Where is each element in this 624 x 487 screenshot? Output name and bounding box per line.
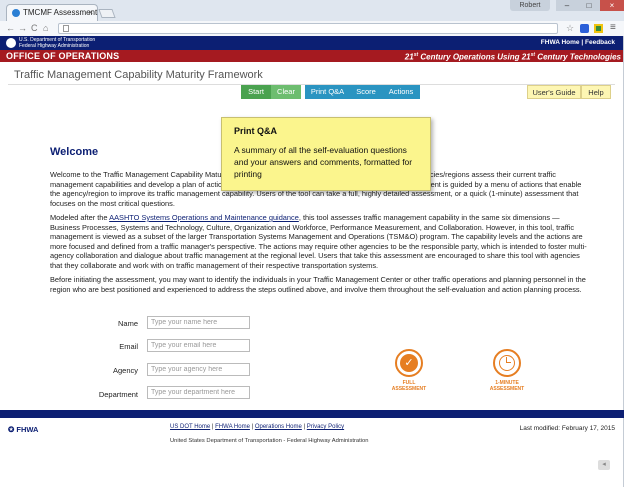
aashto-paragraph: Modeled after the AASHTO Systems Operati… — [50, 213, 588, 270]
us-dot-home-link[interactable]: US DOT Home — [170, 424, 210, 430]
welcome-heading: Welcome — [50, 146, 99, 158]
privacy-policy-link[interactable]: Privacy Policy — [307, 424, 344, 430]
aashto-link[interactable]: AASHTO Systems Operations and Maintenanc… — [109, 213, 299, 222]
dot-header: U.S. Department of Transportation Federa… — [0, 36, 623, 50]
full-line2: ASSESSMENT — [391, 386, 427, 392]
checkmark-icon: ✓ — [395, 349, 423, 377]
full-assessment-label: FULL ASSESSMENT — [389, 380, 429, 392]
operations-home-link[interactable]: Operations Home — [255, 424, 302, 430]
reload-icon[interactable]: C — [31, 23, 38, 34]
quick-assessment-button[interactable]: 1-MINUTE ASSESSMENT — [487, 349, 527, 392]
header-separator: | — [581, 39, 584, 46]
header-links: FHWA Home | Feedback — [541, 39, 615, 46]
page-icon — [63, 25, 69, 32]
department-label: Department — [98, 390, 138, 399]
users-guide-button[interactable]: User's Guide — [527, 85, 581, 99]
tooltip-title: Print Q&A — [234, 126, 278, 136]
extension-green-icon[interactable] — [594, 24, 603, 33]
office-of-operations-link[interactable]: OFFICE OF OPERATIONS — [6, 51, 119, 61]
print-qa-button[interactable]: Print Q&A — [305, 85, 350, 99]
ops-end: Century Technologies — [535, 52, 621, 62]
back-arrow-icon[interactable]: ← — [6, 23, 15, 34]
clear-button[interactable]: Clear — [271, 85, 301, 99]
tooltip-body: A summary of all the self-evaluation que… — [234, 145, 413, 179]
print-qa-tooltip: Print Q&A A summary of all the self-eval… — [221, 117, 431, 191]
app-title: Traffic Management Capability Maturity F… — [14, 69, 263, 81]
before-paragraph: Before initiating the assessment, you ma… — [50, 275, 586, 294]
extension-blue-icon[interactable] — [580, 24, 589, 33]
browser-chrome: TMCMF Assessment × Robert – □ × ← → C ⌂ … — [0, 0, 624, 36]
web-page: U.S. Department of Transportation Federa… — [0, 36, 624, 487]
operations-bar: OFFICE OF OPERATIONS 21st Century Operat… — [0, 50, 623, 62]
tab-favicon-icon — [12, 9, 20, 17]
agency-input[interactable] — [147, 363, 250, 376]
agency-label: Agency — [112, 366, 138, 375]
name-label: Name — [117, 319, 138, 328]
home-icon[interactable]: ⌂ — [43, 23, 48, 34]
last-modified: Last modified: February 17, 2015 — [519, 425, 615, 432]
window-close-button[interactable]: × — [600, 0, 624, 11]
dot-agency-text[interactable]: U.S. Department of Transportation Federa… — [19, 37, 95, 49]
dot-line2: Federal Highway Administration — [19, 43, 90, 49]
feedback-link[interactable]: Feedback — [585, 39, 615, 46]
footer-agency-line: United States Department of Transportati… — [170, 438, 369, 444]
tab-title: TMCMF Assessment — [23, 8, 98, 17]
browser-menu-icon[interactable]: ≡ — [610, 22, 616, 33]
quick-line2: ASSESSMENT — [489, 386, 525, 392]
fhwa-logo[interactable]: ✪ FHWA — [8, 425, 38, 434]
browser-tab[interactable]: TMCMF Assessment × — [6, 4, 98, 21]
bookmark-star-icon[interactable]: ☆ — [566, 23, 574, 34]
ops-21-a: 21 — [404, 52, 414, 62]
clock-icon — [493, 349, 521, 377]
new-tab-button[interactable] — [98, 9, 116, 18]
actions-button[interactable]: Actions — [382, 85, 420, 99]
tab-close-icon[interactable]: × — [88, 8, 93, 17]
fhwa-home-link[interactable]: FHWA Home — [541, 39, 580, 46]
start-button[interactable]: Start — [241, 85, 271, 99]
address-bar[interactable] — [58, 23, 558, 34]
maximize-button[interactable]: □ — [578, 0, 600, 11]
profile-badge[interactable]: Robert — [510, 0, 550, 11]
footer-bar — [0, 410, 624, 418]
forward-arrow-icon[interactable]: → — [18, 23, 27, 34]
full-assessment-button[interactable]: ✓ FULL ASSESSMENT — [389, 349, 429, 392]
ops-mid: Century Operations Using 21 — [418, 52, 531, 62]
scroll-arrow-icon[interactable]: ◂ — [598, 460, 610, 470]
browser-toolbar: ← → C ⌂ ☆ ≡ — [0, 21, 624, 36]
email-label: Email — [119, 342, 138, 351]
ops-tagline: 21st Century Operations Using 21st Centu… — [405, 52, 621, 62]
p2-pre: Modeled after the — [50, 213, 110, 222]
footer-fhwa-home-link[interactable]: FHWA Home — [215, 424, 250, 430]
score-button[interactable]: Score — [350, 85, 382, 99]
email-input[interactable] — [147, 339, 250, 352]
name-input[interactable] — [147, 316, 250, 329]
fhwa-logo-text: FHWA — [16, 425, 39, 434]
help-button[interactable]: Help — [581, 85, 611, 99]
footer-links: US DOT Home | FHWA Home | Operations Hom… — [170, 424, 344, 430]
department-input[interactable] — [147, 386, 250, 399]
dot-seal-icon — [6, 38, 16, 48]
minimize-button[interactable]: – — [556, 0, 578, 11]
quick-assessment-label: 1-MINUTE ASSESSMENT — [487, 380, 527, 392]
